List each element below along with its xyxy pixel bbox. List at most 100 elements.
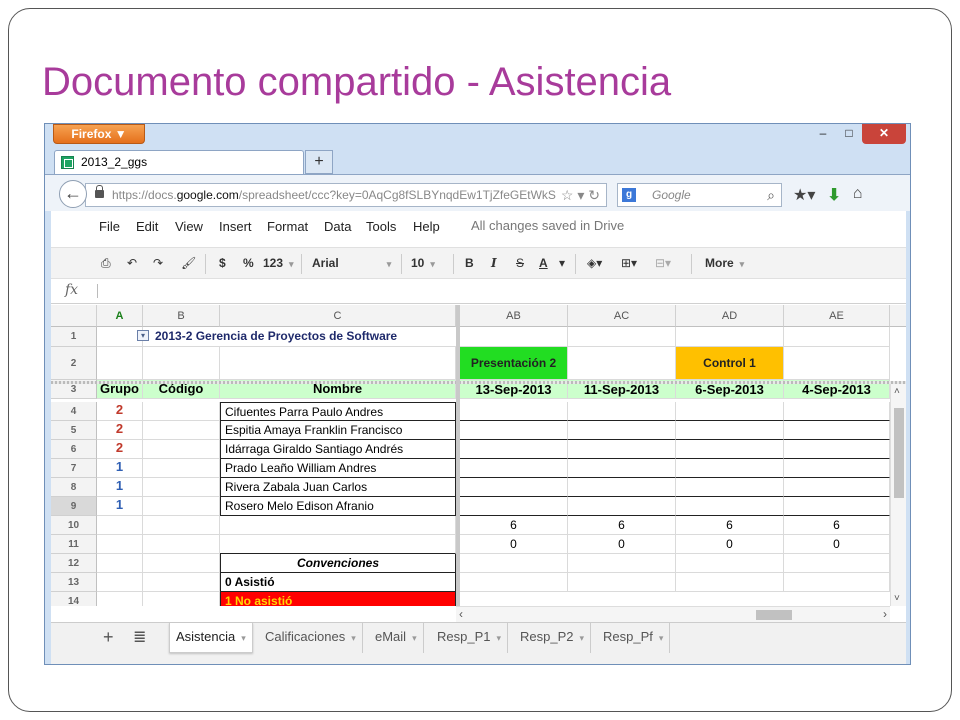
cell[interactable] [460,497,568,516]
menu-tools[interactable]: Tools [366,219,396,234]
cell[interactable] [220,535,456,554]
currency-button[interactable]: $ [219,256,226,270]
absent-cell[interactable]: 0 [460,535,568,554]
cell[interactable] [784,459,890,478]
cell[interactable] [784,554,890,573]
cell[interactable] [220,347,456,380]
convention-asistio[interactable]: 0 Asistió [220,573,456,592]
grupo-cell[interactable]: 1 [97,459,143,478]
codigo-cell[interactable] [143,402,220,421]
chevron-down-icon[interactable]: ▾ [241,633,246,643]
column-header-ae[interactable]: AE [784,305,890,327]
chevron-down-icon[interactable]: ▾ [496,633,501,643]
spreadsheet-grid[interactable]: A B C AB AC AD AE 1 2 3 4 5 6 7 8 9 10 1… [51,305,906,606]
text-color-button[interactable]: A [539,256,548,270]
more-button[interactable]: More ▾ [705,256,744,270]
total-cell[interactable]: 6 [784,516,890,535]
cell[interactable] [568,402,676,421]
sheet-list-icon[interactable]: ≣ [133,627,146,647]
cell[interactable] [143,554,220,573]
cell[interactable] [97,592,143,606]
sheet-tab-resp-p2[interactable]: Resp_P2 ▾ [514,623,592,653]
chevron-down-icon[interactable]: ▾ [559,256,565,270]
cell[interactable] [784,478,890,497]
maximize-icon[interactable]: □ [836,124,862,144]
search-input[interactable]: g Google ⌕ [617,183,782,207]
row-header-2[interactable]: 2 [51,347,97,380]
row-header-10[interactable]: 10 [51,516,97,535]
cell[interactable] [143,347,220,380]
sheet-tab-calificaciones[interactable]: Calificaciones ▾ [259,623,363,653]
url-bar[interactable]: https://docs.google.com/spreadsheet/ccc?… [85,183,607,207]
scroll-left-icon[interactable]: ‹ [459,607,463,621]
convention-no-asistio[interactable]: 1 No asistió [220,592,456,606]
menu-file[interactable]: File [99,219,120,234]
menu-edit[interactable]: Edit [136,219,158,234]
dropdown-icon[interactable]: ▾ [137,330,149,341]
grupo-cell[interactable]: 1 [97,478,143,497]
column-header-ab[interactable]: AB [460,305,568,327]
grupo-cell[interactable]: 2 [97,440,143,459]
total-cell[interactable]: 6 [568,516,676,535]
cell[interactable] [97,535,143,554]
codigo-cell[interactable] [143,421,220,440]
cell[interactable] [143,573,220,592]
cell[interactable] [460,573,568,592]
cell[interactable] [676,459,784,478]
menu-data[interactable]: Data [324,219,351,234]
horizontal-scroll-thumb[interactable] [756,610,792,620]
absent-cell[interactable]: 0 [784,535,890,554]
row-header-7[interactable]: 7 [51,459,97,478]
minimize-icon[interactable]: ‒ [810,124,836,144]
row-header-14[interactable]: 14 [51,592,97,606]
cell[interactable] [460,402,568,421]
codigo-cell[interactable] [143,459,220,478]
row-header-9[interactable]: 9 [51,497,97,516]
undo-icon[interactable]: ↶ [127,256,137,270]
sheet-tab-resp-p1[interactable]: Resp_P1 ▾ [431,623,509,653]
total-cell[interactable]: 6 [676,516,784,535]
frozen-rows-divider[interactable] [51,381,906,384]
chevron-down-icon[interactable]: ▾ [579,633,584,643]
nombre-cell[interactable]: Rivera Zabala Juan Carlos [220,478,456,497]
redo-icon[interactable]: ↷ [153,256,163,270]
cell[interactable] [676,497,784,516]
new-tab-button[interactable]: + [305,150,333,174]
sheet-tab-email[interactable]: eMail ▾ [369,623,424,653]
chevron-down-icon[interactable]: ▾ [412,633,417,643]
cell[interactable] [568,459,676,478]
cell[interactable] [676,327,784,347]
column-header-b[interactable]: B [143,305,220,327]
paint-format-icon[interactable]: 🖌 [181,256,196,270]
row-header-13[interactable]: 13 [51,573,97,592]
column-header-a[interactable]: A [97,305,143,327]
sheet-tab-resp-pf[interactable]: Resp_Pf ▾ [597,623,671,653]
bookmarks-icon[interactable]: ★▾ [793,185,815,205]
fill-color-icon[interactable]: ◈▾ [587,256,602,270]
cell[interactable] [97,554,143,573]
cell[interactable] [460,459,568,478]
scroll-down-icon[interactable]: ˅ [894,593,900,604]
row-header-4[interactable]: 4 [51,402,97,421]
chevron-down-icon[interactable]: ▾ [659,633,664,643]
menu-help[interactable]: Help [413,219,440,234]
strikethrough-button[interactable]: S [516,256,524,270]
cell[interactable] [676,402,784,421]
cell[interactable] [676,440,784,459]
absent-cell[interactable]: 0 [676,535,784,554]
row-header-12[interactable]: 12 [51,554,97,573]
cell[interactable] [676,554,784,573]
row-header-5[interactable]: 5 [51,421,97,440]
cell[interactable] [568,327,676,347]
row-header-1[interactable]: 1 [51,327,97,347]
cell[interactable] [784,497,890,516]
cell[interactable] [568,554,676,573]
cell[interactable] [97,347,143,380]
close-icon[interactable]: ✕ [862,124,906,144]
event-control-cell[interactable]: Control 1 [676,347,784,380]
firefox-menu-button[interactable]: Firefox ▼ [53,124,145,144]
menu-view[interactable]: View [175,219,203,234]
column-header-ad[interactable]: AD [676,305,784,327]
cell[interactable] [784,573,890,592]
bookmark-star-icon[interactable]: ☆ ▾ ↻ [561,184,600,206]
